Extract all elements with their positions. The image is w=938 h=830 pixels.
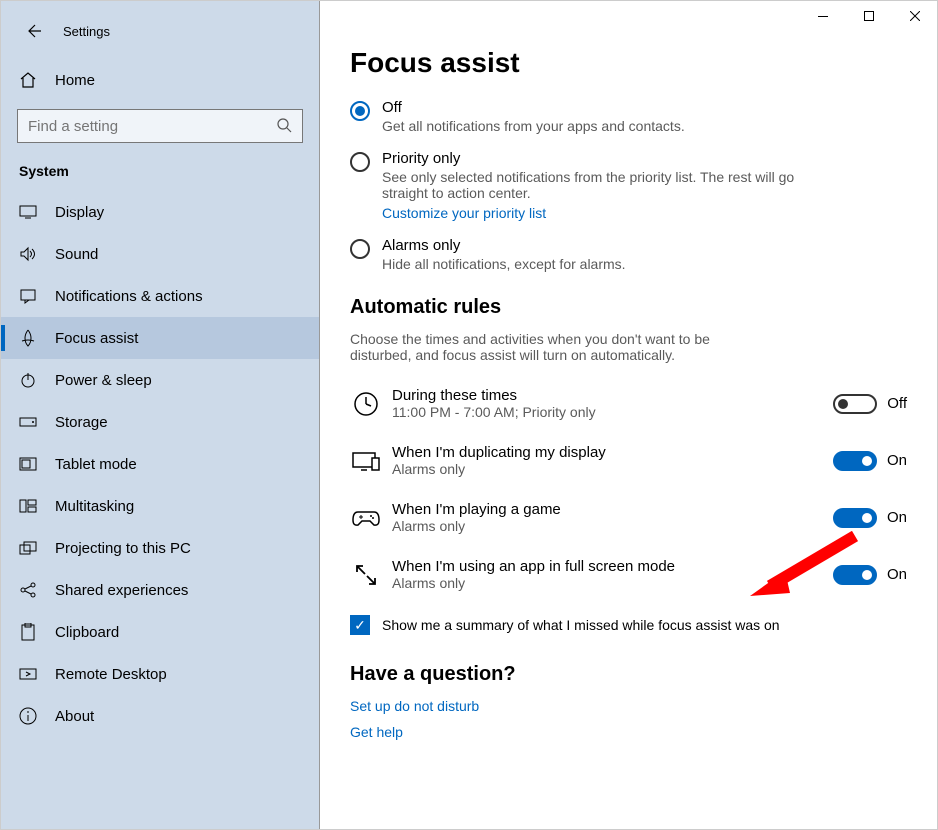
sidebar-home[interactable]: Home [1, 61, 319, 99]
sidebar-section-label: System [1, 159, 319, 191]
nav-label: Storage [55, 414, 108, 431]
home-icon [19, 71, 37, 89]
toggle-fullscreen-app[interactable] [833, 565, 877, 585]
notifications-icon [19, 287, 37, 305]
automatic-rules-description: Choose the times and activities when you… [350, 331, 770, 363]
power-icon [19, 371, 37, 389]
gamepad-icon [350, 502, 382, 534]
nav-label: Focus assist [55, 330, 138, 347]
nav-label: Remote Desktop [55, 666, 167, 683]
sidebar-item-display[interactable]: Display [1, 191, 319, 233]
remote-desktop-icon [19, 665, 37, 683]
clock-icon [350, 388, 382, 420]
display-icon [19, 203, 37, 221]
sound-icon [19, 245, 37, 263]
rule-sub: 11:00 PM - 7:00 AM; Priority only [392, 404, 823, 420]
shared-icon [19, 581, 37, 599]
nav-label: Clipboard [55, 624, 119, 641]
nav-label: Display [55, 204, 104, 221]
sidebar-item-remote-desktop[interactable]: Remote Desktop [1, 653, 319, 695]
rule-label: When I'm duplicating my display [392, 444, 823, 461]
window-title: Settings [63, 24, 110, 39]
checkbox-icon: ✓ [350, 615, 370, 635]
radio-priority-only[interactable]: Priority only See only selected notifica… [350, 150, 907, 221]
focus-assist-icon [19, 329, 37, 347]
toggle-duplicating-display[interactable] [833, 451, 877, 471]
clipboard-icon [19, 623, 37, 641]
multitasking-icon [19, 497, 37, 515]
nav-label: Projecting to this PC [55, 540, 191, 557]
sidebar-item-clipboard[interactable]: Clipboard [1, 611, 319, 653]
rule-fullscreen-app[interactable]: When I'm using an app in full screen mod… [350, 558, 907, 591]
sidebar-item-tablet-mode[interactable]: Tablet mode [1, 443, 319, 485]
radio-description: See only selected notifications from the… [382, 169, 832, 201]
checkbox-label: Show me a summary of what I missed while… [382, 617, 780, 633]
toggle-during-times[interactable] [833, 394, 877, 414]
radio-alarms-only[interactable]: Alarms only Hide all notifications, exce… [350, 237, 907, 272]
nav-label: Multitasking [55, 498, 134, 515]
nav-label: Power & sleep [55, 372, 152, 389]
radio-label: Alarms only [382, 237, 626, 254]
duplicate-display-icon [350, 445, 382, 477]
toggle-state: Off [887, 395, 907, 412]
rule-playing-game[interactable]: When I'm playing a game Alarms only On [350, 501, 907, 534]
sidebar-item-focus-assist[interactable]: Focus assist [1, 317, 319, 359]
radio-label: Off [382, 99, 685, 116]
toggle-state: On [887, 509, 907, 526]
rule-sub: Alarms only [392, 575, 823, 591]
home-label: Home [55, 72, 95, 89]
storage-icon [19, 413, 37, 431]
get-help-link[interactable]: Get help [350, 724, 907, 740]
sidebar-item-about[interactable]: About [1, 695, 319, 737]
customize-priority-list-link[interactable]: Customize your priority list [382, 205, 546, 221]
close-button[interactable] [892, 0, 938, 32]
search-input[interactable] [28, 118, 276, 135]
rule-during-times[interactable]: During these times 11:00 PM - 7:00 AM; P… [350, 387, 907, 420]
radio-button-icon [350, 239, 370, 259]
sidebar-item-notifications[interactable]: Notifications & actions [1, 275, 319, 317]
page-title: Focus assist [350, 47, 907, 79]
radio-label: Priority only [382, 150, 832, 167]
back-button[interactable] [19, 17, 47, 45]
toggle-state: On [887, 452, 907, 469]
rule-label: When I'm playing a game [392, 501, 823, 518]
radio-off[interactable]: Off Get all notifications from your apps… [350, 99, 907, 134]
sidebar: Settings Home System Display Sound Notif… [1, 1, 319, 829]
rule-label: During these times [392, 387, 823, 404]
search-box[interactable] [17, 109, 303, 143]
summary-checkbox-row[interactable]: ✓ Show me a summary of what I missed whi… [350, 615, 907, 635]
sidebar-item-multitasking[interactable]: Multitasking [1, 485, 319, 527]
radio-description: Get all notifications from your apps and… [382, 118, 685, 134]
automatic-rules-heading: Automatic rules [350, 296, 907, 319]
radio-description: Hide all notifications, except for alarm… [382, 256, 626, 272]
projecting-icon [19, 539, 37, 557]
toggle-state: On [887, 566, 907, 583]
about-icon [19, 707, 37, 725]
sidebar-item-shared-experiences[interactable]: Shared experiences [1, 569, 319, 611]
sidebar-item-projecting[interactable]: Projecting to this PC [1, 527, 319, 569]
sidebar-item-storage[interactable]: Storage [1, 401, 319, 443]
nav-label: Tablet mode [55, 456, 137, 473]
rule-sub: Alarms only [392, 461, 823, 477]
rule-label: When I'm using an app in full screen mod… [392, 558, 823, 575]
sidebar-item-sound[interactable]: Sound [1, 233, 319, 275]
nav-label: Sound [55, 246, 98, 263]
radio-button-icon [350, 101, 370, 121]
rule-sub: Alarms only [392, 518, 823, 534]
set-up-dnd-link[interactable]: Set up do not disturb [350, 698, 907, 714]
toggle-playing-game[interactable] [833, 508, 877, 528]
nav-label: About [55, 708, 94, 725]
content-area: Focus assist Off Get all notifications f… [319, 1, 937, 829]
fullscreen-icon [350, 559, 382, 591]
nav-label: Shared experiences [55, 582, 188, 599]
nav-label: Notifications & actions [55, 288, 203, 305]
maximize-button[interactable] [846, 0, 892, 32]
rule-duplicating-display[interactable]: When I'm duplicating my display Alarms o… [350, 444, 907, 477]
have-a-question-heading: Have a question? [350, 663, 907, 686]
sidebar-item-power-sleep[interactable]: Power & sleep [1, 359, 319, 401]
radio-button-icon [350, 152, 370, 172]
minimize-button[interactable] [800, 0, 846, 32]
tablet-icon [19, 455, 37, 473]
search-icon [276, 117, 292, 136]
